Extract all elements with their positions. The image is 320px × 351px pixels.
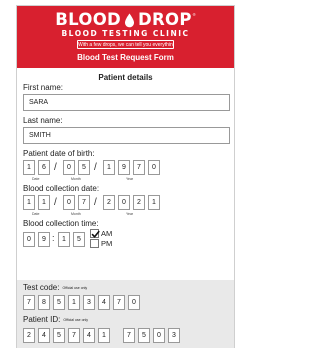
am-checkbox[interactable] <box>90 229 100 238</box>
collection-date-digit-year-1[interactable]: 2 <box>103 195 115 210</box>
patient-id-label-text: Patient ID: <box>23 315 61 325</box>
test-code-digit[interactable]: 4 <box>98 295 110 310</box>
form-title: Blood Test Request Form <box>77 53 174 62</box>
patient-id-official-note: Official use only <box>63 318 89 322</box>
patient-id-digit[interactable]: 7 <box>123 328 135 343</box>
brand-logo: BLOOD DROP ® <box>17 10 234 30</box>
patient-id-digit[interactable]: 7 <box>68 328 80 343</box>
request-form-card: BLOOD DROP ® BLOOD TESTING CLINIC With a… <box>16 5 235 348</box>
last-name-label: Last name: <box>23 116 63 125</box>
dob-digit-year-2[interactable]: 9 <box>118 160 130 175</box>
dob-digit-day-1[interactable]: 1 <box>23 160 35 175</box>
collection-date-month-caption: Month <box>71 212 81 216</box>
collection-date-digit-year-3[interactable]: 2 <box>133 195 145 210</box>
patient-id-digit[interactable]: 4 <box>83 328 95 343</box>
test-code-digit[interactable]: 3 <box>83 295 95 310</box>
brand-clinic: BLOOD TESTING CLINIC <box>61 29 190 38</box>
dob-label: Patient date of birth: <box>23 149 95 158</box>
collection-date-year-caption: Year <box>126 212 134 216</box>
collection-date-digit-day-2[interactable]: 1 <box>38 195 50 210</box>
dob-month-caption: Month <box>71 177 81 181</box>
first-name-field[interactable]: SARA <box>23 94 230 111</box>
collection-date-digit-year-4[interactable]: 1 <box>148 195 160 210</box>
dob-digit-month-1[interactable]: 0 <box>63 160 75 175</box>
test-code-label-text: Test code: <box>23 283 60 293</box>
dob-day-caption: Date <box>32 177 40 181</box>
patient-id-digit[interactable]: 2 <box>23 328 35 343</box>
dob-digit-year-3[interactable]: 7 <box>133 160 145 175</box>
brand-header: BLOOD DROP ® BLOOD TESTING CLINIC With a… <box>17 6 234 68</box>
checkmark-icon <box>91 230 100 238</box>
brand-word-left: BLOOD <box>55 10 122 29</box>
collection-date-digit-month-2[interactable]: 7 <box>78 195 90 210</box>
brand-tagline: With a few drops, we can tell you everyt… <box>77 40 174 49</box>
dob-separator: / <box>54 162 57 173</box>
test-code-label: Test code: Official use only <box>23 283 87 293</box>
am-label: AM <box>101 229 113 238</box>
collection-time-digit-minute-1[interactable]: 1 <box>58 232 70 247</box>
test-code-digit[interactable]: 7 <box>23 295 35 310</box>
dob-digit-year-1[interactable]: 1 <box>103 160 115 175</box>
collection-time-label: Blood collection time: <box>23 219 99 228</box>
collection-date-day-caption: Date <box>32 212 40 216</box>
first-name-label: First name: <box>23 83 64 92</box>
collection-date-digit-month-1[interactable]: 0 <box>63 195 75 210</box>
patient-id-digit[interactable]: 3 <box>168 328 180 343</box>
dob-separator: / <box>94 162 97 173</box>
patient-id-digit[interactable]: 1 <box>98 328 110 343</box>
test-code-digit[interactable]: 5 <box>53 295 65 310</box>
test-code-digit[interactable]: 0 <box>128 295 140 310</box>
pm-checkbox[interactable] <box>90 239 99 248</box>
collection-date-separator: / <box>94 197 97 208</box>
collection-date-label: Blood collection date: <box>23 184 100 193</box>
dob-year-caption: Year <box>126 177 134 181</box>
dob-digit-day-2[interactable]: 6 <box>38 160 50 175</box>
collection-time-digit-minute-2[interactable]: 5 <box>73 232 85 247</box>
patient-id-digit[interactable]: 4 <box>38 328 50 343</box>
dob-digit-year-4[interactable]: 0 <box>148 160 160 175</box>
section-title: Patient details <box>98 73 153 82</box>
official-use-section: Test code: Official use only 7 8 5 1 3 4 … <box>17 280 234 348</box>
collection-date-digit-day-1[interactable]: 1 <box>23 195 35 210</box>
collection-time-digit-hour-1[interactable]: 0 <box>23 232 35 247</box>
test-code-official-note: Official use only <box>62 286 88 290</box>
collection-time-digit-hour-2[interactable]: 9 <box>38 232 50 247</box>
collection-date-separator: / <box>54 197 57 208</box>
collection-date-digit-year-2[interactable]: 0 <box>118 195 130 210</box>
brand-word-right: DROP <box>138 10 192 29</box>
collection-time-separator: : <box>52 233 55 243</box>
test-code-digit[interactable]: 8 <box>38 295 50 310</box>
registered-mark: ® <box>192 11 196 17</box>
patient-id-digit[interactable]: 5 <box>53 328 65 343</box>
pm-label: PM <box>101 239 113 248</box>
patient-id-digit[interactable]: 0 <box>153 328 165 343</box>
test-code-digit[interactable]: 1 <box>68 295 80 310</box>
patient-id-digit[interactable]: 5 <box>138 328 150 343</box>
dob-digit-month-2[interactable]: 5 <box>78 160 90 175</box>
test-code-digit[interactable]: 7 <box>113 295 125 310</box>
blood-drop-icon <box>125 13 135 27</box>
last-name-field[interactable]: SMITH <box>23 127 230 144</box>
patient-id-label: Patient ID: Official use only <box>23 315 88 325</box>
